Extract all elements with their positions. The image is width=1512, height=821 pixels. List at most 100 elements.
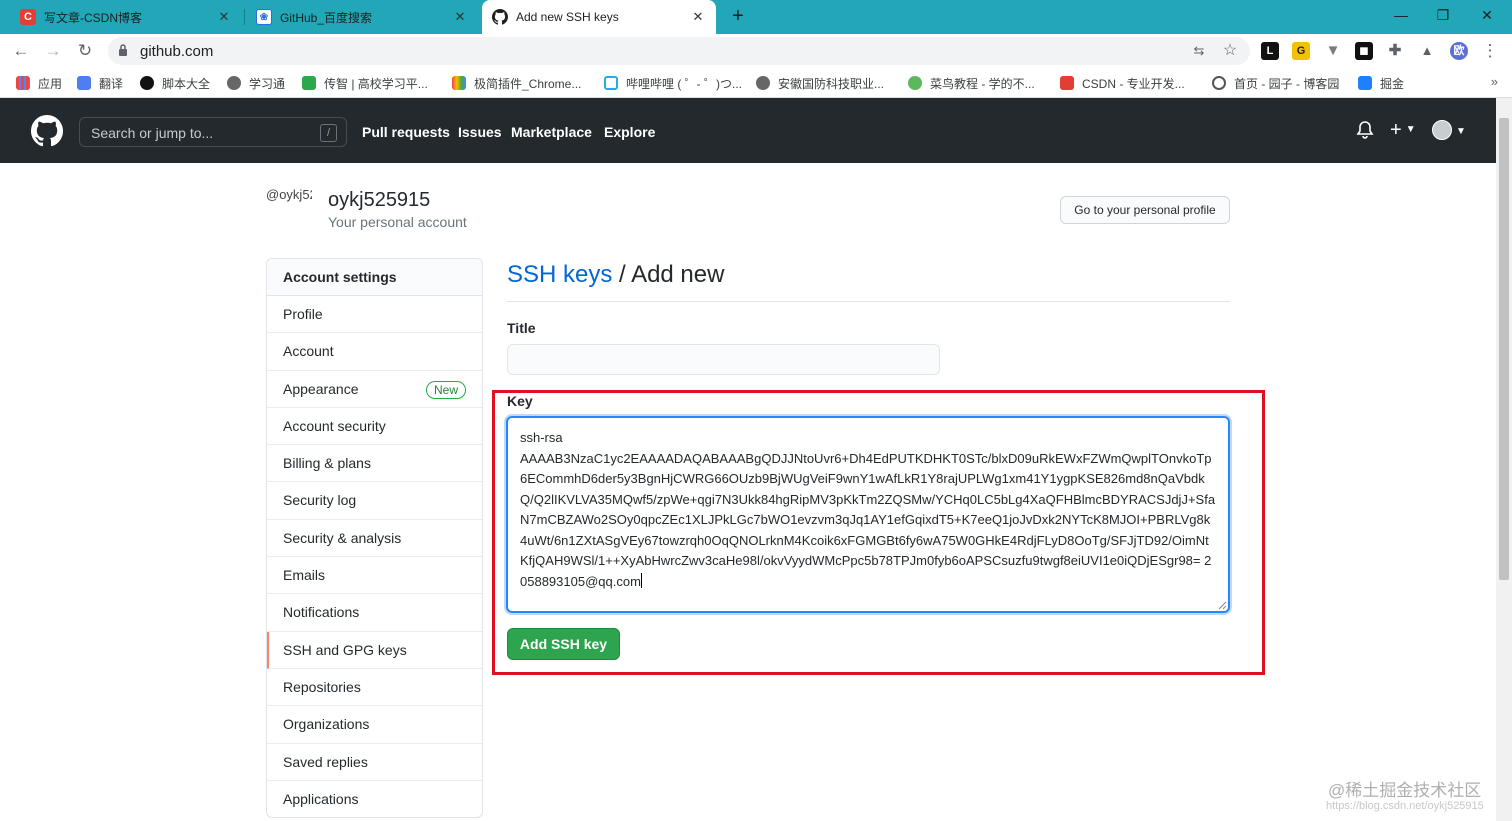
sidebar-item-profile[interactable]: Profile [267, 296, 482, 334]
create-new-dropdown[interactable]: + ▼ [1390, 120, 1416, 142]
close-tab-icon[interactable]: ✕ [690, 9, 706, 25]
notifications-bell-icon[interactable] [1356, 120, 1374, 142]
extension-mask-icon[interactable]: ◼ [1355, 42, 1373, 60]
close-tab-icon[interactable]: ✕ [452, 9, 468, 25]
settings-sidebar: Account settings Profile Account Appeara… [266, 258, 483, 818]
sidebar-item-notifications[interactable]: Notifications [267, 594, 482, 632]
bookmark-label: 极简插件_Chrome... [474, 76, 582, 91]
title-label: Title [507, 320, 536, 336]
sidebar-item-applications[interactable]: Applications [267, 781, 482, 817]
browser-tabstrip: C 写文章-CSDN博客 ✕ ❀ GitHub_百度搜索 ✕ Add new S… [0, 0, 1512, 34]
bookmark-label: 首页 - 园子 - 博客园 [1234, 76, 1340, 91]
breadcrumb-ssh-keys[interactable]: SSH keys [507, 261, 612, 288]
go-to-profile-button[interactable]: Go to your personal profile [1060, 196, 1230, 224]
back-arrow-icon[interactable]: ← [9, 39, 33, 63]
bookmark-csdn[interactable]: CSDN - 专业开发... [1060, 75, 1185, 91]
watermark-url: https://blog.csdn.net/oykj525915 [1326, 800, 1484, 812]
resize-grip-icon[interactable] [1218, 601, 1227, 610]
globe-bookmark-icon [227, 76, 241, 90]
bookmark-star-icon[interactable]: ☆ [1221, 42, 1239, 60]
watermark-text: @稀土掘金技术社区 [1328, 781, 1482, 800]
tab-title: Add new SSH keys [516, 10, 619, 24]
bookmark-scripts[interactable]: 脚本大全 [140, 75, 210, 91]
bookmark-xuexitong[interactable]: 学习通 [227, 75, 285, 91]
tab-github-active[interactable]: Add new SSH keys ✕ [482, 0, 716, 34]
sidebar-item-security-log[interactable]: Security log [267, 482, 482, 520]
extension-v-icon[interactable]: ▼ [1324, 42, 1342, 60]
browser-menu-icon[interactable]: ⋮ [1478, 39, 1502, 63]
nav-explore[interactable]: Explore [604, 124, 655, 140]
sidebar-item-organizations[interactable]: Organizations [267, 706, 482, 744]
page-title: SSH keys / Add new [507, 261, 724, 289]
bookmark-label: 传智 | 高校学习平... [324, 76, 428, 91]
key-textarea[interactable]: ssh-rsa AAAAB3NzaC1yc2EAAAADAQABAAABgQDJ… [506, 416, 1230, 613]
github-logo-icon[interactable] [31, 115, 63, 147]
key-value: ssh-rsa AAAAB3NzaC1yc2EAAAADAQABAAABgQDJ… [520, 430, 1216, 589]
nav-marketplace[interactable]: Marketplace [511, 124, 592, 140]
sidebar-item-label: Billing & plans [283, 455, 371, 472]
sidebar-item-saved-replies[interactable]: Saved replies [267, 744, 482, 781]
tab-divider [244, 9, 245, 25]
bookmark-apps[interactable]: 应用 [16, 75, 62, 91]
page-scrollbar[interactable] [1496, 98, 1512, 821]
extension-flask-icon[interactable]: ▲ [1418, 42, 1436, 60]
extension-g-icon[interactable]: G [1292, 42, 1310, 60]
settings-menu-heading: Account settings [267, 259, 482, 296]
close-tab-icon[interactable]: ✕ [216, 9, 232, 25]
restore-icon[interactable]: ❐ [1420, 0, 1466, 30]
sidebar-item-account[interactable]: Account [267, 333, 482, 371]
bookmark-runoob[interactable]: 菜鸟教程 - 学的不... [908, 75, 1035, 91]
extension-l-icon[interactable]: L [1261, 42, 1279, 60]
nav-pull-requests[interactable]: Pull requests [362, 124, 450, 140]
bookmark-label: 应用 [38, 76, 63, 91]
sidebar-item-billing[interactable]: Billing & plans [267, 445, 482, 483]
title-input[interactable] [507, 344, 940, 375]
url-text: github.com [140, 43, 214, 60]
close-window-icon[interactable]: ✕ [1464, 0, 1510, 30]
bookmark-ahdy[interactable]: 安徽国防科技职业... [756, 75, 884, 91]
scrollbar-thumb[interactable] [1499, 118, 1509, 580]
account-name[interactable]: oykj525915 [328, 189, 430, 212]
page-title-text: Add new [631, 261, 725, 288]
translate-icon[interactable]: ⇆ [1190, 42, 1208, 60]
sidebar-item-ssh-gpg-keys[interactable]: SSH and GPG keys [267, 631, 482, 669]
bookmark-translate[interactable]: 翻译 [77, 75, 123, 91]
sidebar-item-repositories[interactable]: Repositories [267, 669, 482, 707]
nav-issues[interactable]: Issues [458, 124, 502, 140]
bookmark-label: 学习通 [249, 76, 286, 91]
user-menu-dropdown[interactable]: ▼ [1432, 120, 1466, 142]
more-bookmarks-icon[interactable]: » [1491, 74, 1498, 89]
tab-csdn[interactable]: C 写文章-CSDN博客 ✕ [10, 0, 242, 34]
caret-down-icon: ▼ [1405, 124, 1416, 135]
forward-arrow-icon[interactable]: → [41, 39, 65, 63]
extensions-puzzle-icon[interactable]: ✚ [1386, 42, 1404, 60]
sidebar-item-security-analysis[interactable]: Security & analysis [267, 520, 482, 558]
text-caret [640, 572, 642, 588]
reload-icon[interactable]: ↻ [73, 39, 97, 63]
tab-title: 写文章-CSDN博客 [44, 10, 142, 25]
bookmark-bilibili[interactable]: 哔哩哔哩 ( ゜- ゜)つ... [604, 75, 742, 91]
github-icon [492, 9, 508, 25]
sidebar-item-appearance[interactable]: Appearance New [267, 371, 482, 408]
bookmark-juejin[interactable]: 掘金 [1358, 75, 1404, 91]
address-bar[interactable]: github.com ⇆ ☆ [108, 37, 1250, 65]
add-ssh-key-button[interactable]: Add SSH key [507, 628, 620, 660]
bookmark-chuanzhi[interactable]: 传智 | 高校学习平... [302, 75, 428, 91]
sidebar-item-emails[interactable]: Emails [267, 557, 482, 595]
tab-baidu[interactable]: ❀ GitHub_百度搜索 ✕ [246, 0, 478, 34]
bookmark-label: 翻译 [99, 76, 124, 91]
tab-title: GitHub_百度搜索 [280, 10, 373, 25]
bookmark-cnblogs[interactable]: 首页 - 园子 - 博客园 [1212, 75, 1339, 91]
minimize-icon[interactable]: — [1378, 0, 1424, 30]
sidebar-item-account-security[interactable]: Account security [267, 408, 482, 446]
github-header: Search or jump to... / Pull requests Iss… [0, 98, 1496, 163]
rainbow-bookmark-icon [452, 76, 466, 90]
csdn-icon: C [20, 9, 36, 25]
search-placeholder: Search or jump to... [91, 125, 214, 141]
new-tab-button[interactable]: + [726, 4, 750, 28]
github-search-input[interactable]: Search or jump to... / [79, 117, 347, 147]
new-badge: New [425, 380, 466, 399]
bookmark-jijian[interactable]: 极简插件_Chrome... [452, 75, 581, 91]
sidebar-item-label: Account [283, 343, 334, 360]
profile-avatar-icon[interactable]: 欧 [1450, 42, 1468, 60]
